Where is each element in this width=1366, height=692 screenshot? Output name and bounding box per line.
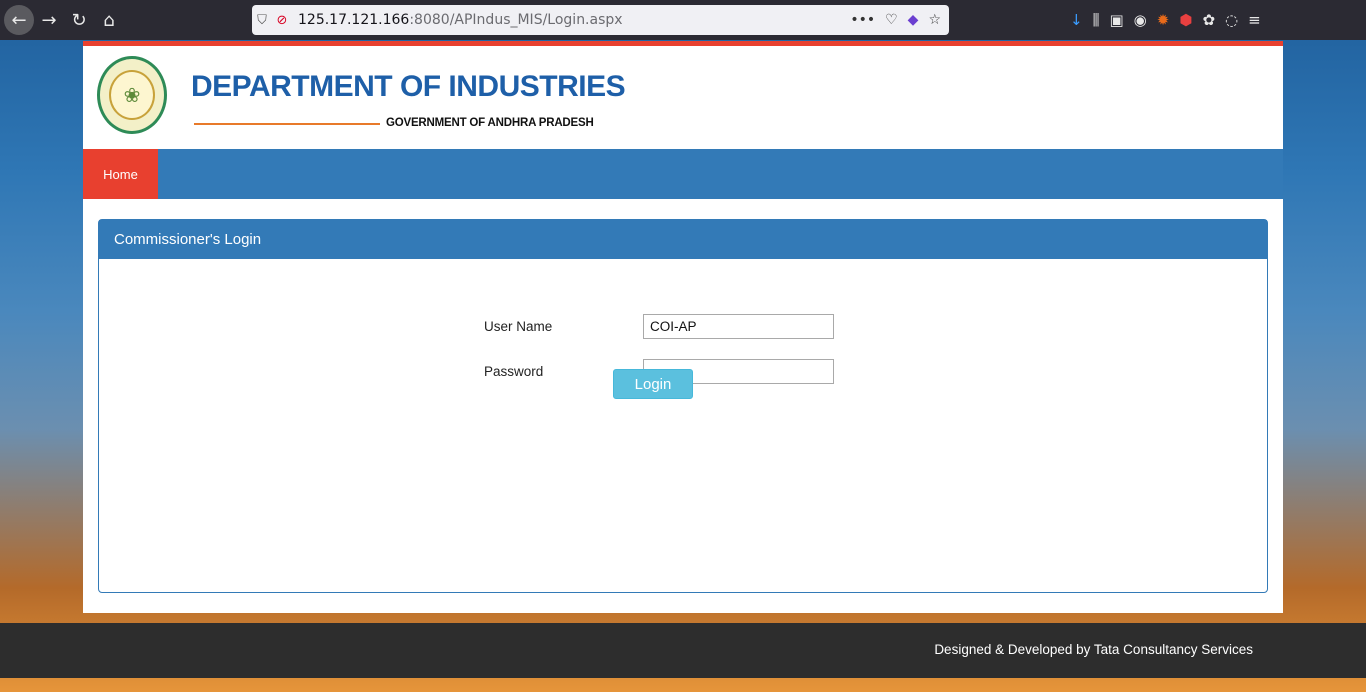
browser-tool-icons: ↓ ⫼ ▣ ◉ ✹ ⬢ ✿ ◌ ≡: [1070, 0, 1261, 40]
page-actions-icon[interactable]: •••: [850, 12, 875, 28]
login-panel: Commissioner's Login User Name Password …: [98, 219, 1268, 593]
url-host: 125.17.121.166: [298, 12, 410, 28]
page-container: ❀ DEPARTMENT OF INDUSTRIES GOVERNMENT OF…: [83, 41, 1283, 613]
url-text[interactable]: 125.17.121.166:8080/APIndus_MIS/Login.as…: [298, 12, 623, 28]
url-path: :8080/APIndus_MIS/Login.aspx: [409, 12, 623, 28]
shield-icon[interactable]: ⛉: [252, 13, 272, 28]
site-header: ❀ DEPARTMENT OF INDUSTRIES GOVERNMENT OF…: [83, 46, 1283, 149]
library-icon[interactable]: ⫼: [1093, 11, 1100, 29]
footer-credit: Designed & Developed by Tata Consultancy…: [934, 642, 1253, 657]
login-button[interactable]: Login: [613, 369, 693, 399]
username-label: User Name: [484, 319, 553, 334]
extension-cookie-icon[interactable]: ✿: [1202, 11, 1215, 29]
extension-icon[interactable]: ◆: [908, 12, 919, 28]
insecure-lock-icon[interactable]: ⊘: [272, 13, 292, 28]
pocket-icon[interactable]: ♡: [885, 12, 898, 28]
bookmark-star-icon[interactable]: ☆: [928, 12, 941, 28]
nav-home-link[interactable]: Home: [83, 149, 158, 199]
back-arrow-icon[interactable]: ←: [4, 5, 34, 35]
emblem-center-icon: ❀: [109, 70, 155, 120]
account-icon[interactable]: ◉: [1134, 11, 1147, 29]
main-navbar: Home: [83, 149, 1283, 199]
password-label: Password: [484, 364, 544, 379]
username-input[interactable]: [643, 314, 834, 339]
andhra-pradesh-emblem-logo: ❀: [97, 56, 167, 134]
extension-gear-icon[interactable]: ✹: [1157, 11, 1170, 29]
extension-shield-icon[interactable]: ⬢: [1179, 11, 1192, 29]
site-footer: Designed & Developed by Tata Consultancy…: [0, 623, 1366, 678]
reload-icon[interactable]: ↻: [64, 5, 94, 35]
login-panel-title: Commissioner's Login: [99, 220, 1267, 259]
url-actions: ••• ♡ ◆ ☆: [850, 12, 941, 28]
menu-icon[interactable]: ≡: [1248, 11, 1261, 29]
title-divider: [194, 123, 380, 125]
forward-arrow-icon[interactable]: →: [34, 5, 64, 35]
government-subtitle: GOVERNMENT OF ANDHRA PRADESH: [386, 117, 594, 129]
download-icon[interactable]: ↓: [1070, 11, 1083, 29]
department-title: DEPARTMENT OF INDUSTRIES: [191, 70, 626, 103]
home-icon[interactable]: ⌂: [94, 5, 124, 35]
sidebar-icon[interactable]: ▣: [1109, 11, 1123, 29]
extension-circle-icon[interactable]: ◌: [1225, 11, 1238, 29]
address-bar[interactable]: ⛉ ⊘ 125.17.121.166:8080/APIndus_MIS/Logi…: [252, 5, 949, 35]
